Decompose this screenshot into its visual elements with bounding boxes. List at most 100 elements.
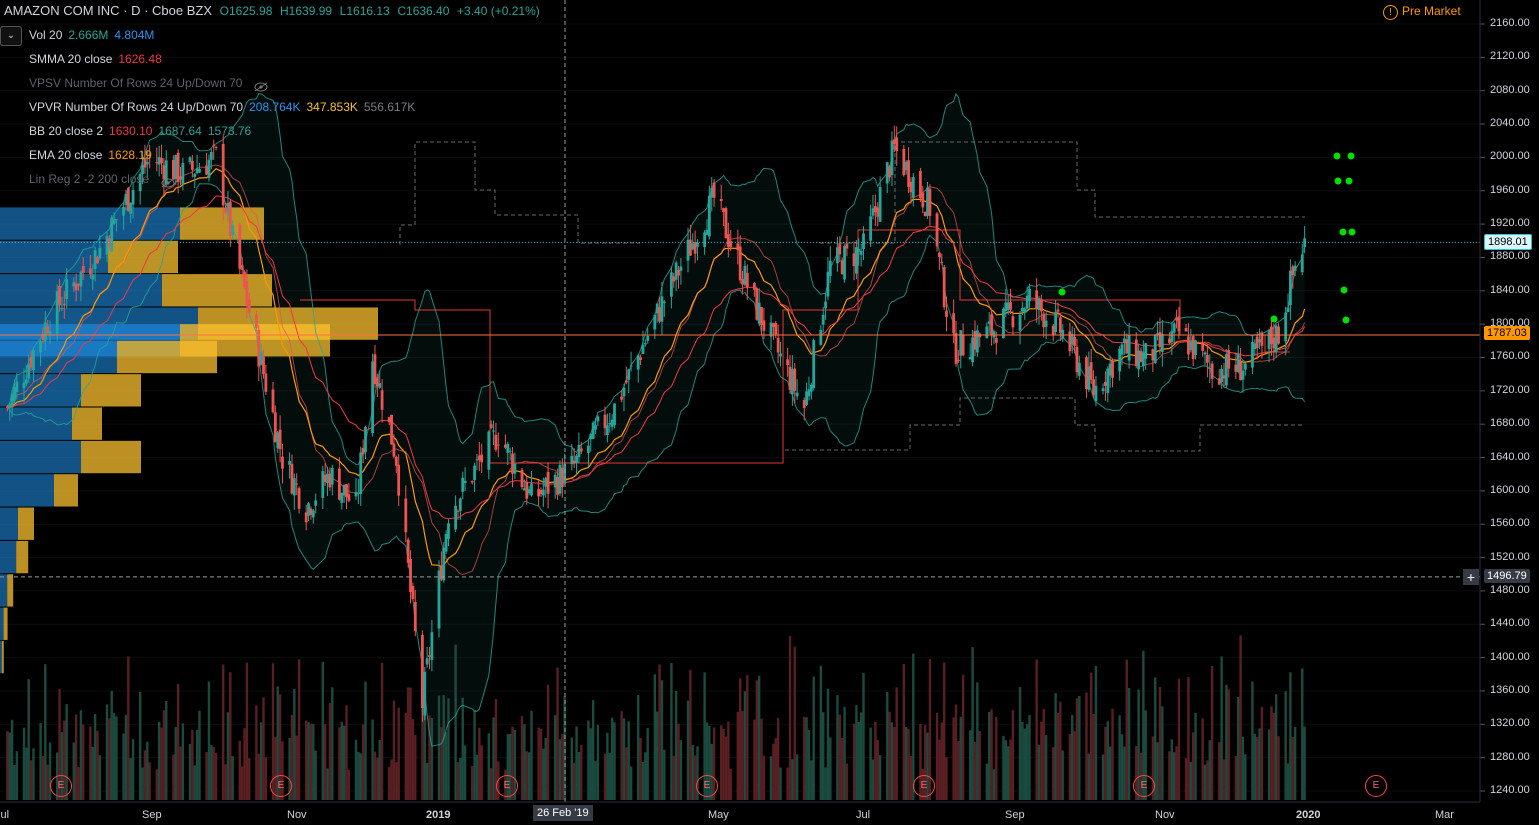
- candle-body: [1018, 314, 1022, 331]
- candle-body: [221, 143, 225, 206]
- candle-body: [774, 323, 778, 335]
- volume-bar: [165, 700, 168, 800]
- volume-bar: [44, 664, 47, 800]
- earnings-badge[interactable]: E: [1133, 775, 1155, 797]
- candle-body: [869, 216, 873, 241]
- premarket-indicator[interactable]: ! Pre Market: [1383, 4, 1461, 20]
- indicator-label: BB 20 close 2: [29, 124, 104, 138]
- volume-bar: [795, 754, 799, 800]
- volume-bar: [852, 723, 856, 800]
- candle-body: [1009, 302, 1012, 310]
- indicator-smma[interactable]: SMMA 20 close 1626.48: [29, 50, 168, 68]
- ohlc-close: C1636.40: [397, 4, 450, 18]
- volume-bar: [940, 722, 943, 800]
- candle-body: [425, 658, 429, 665]
- volume-bar: [454, 644, 457, 800]
- candle-body: [160, 157, 163, 164]
- candle-body: [1205, 354, 1209, 363]
- volume-bar: [105, 704, 109, 800]
- indicator-ema[interactable]: EMA 20 close 1628.19: [29, 146, 158, 164]
- candle-body: [591, 422, 595, 439]
- volume-bar: [262, 697, 265, 800]
- candle-body: [878, 187, 882, 222]
- candle-body: [58, 286, 61, 306]
- indicator-vol[interactable]: Vol 20 2.666M 4.804M: [29, 26, 160, 44]
- volume-bar: [459, 757, 462, 800]
- volume-bar: [1289, 672, 1292, 800]
- volume-bar: [74, 714, 78, 800]
- candle-body: [115, 219, 118, 221]
- volume-bar: [689, 669, 692, 800]
- volume-bar: [1071, 714, 1074, 800]
- candle-body: [88, 268, 92, 275]
- signal-dot: [1342, 316, 1350, 324]
- earnings-badge[interactable]: E: [1365, 775, 1387, 797]
- indicator-vpsv[interactable]: VPSV Number Of Rows 24 Up/Down 70: [29, 74, 268, 92]
- indicator-linreg[interactable]: Lin Reg 2 -2 200 close: [29, 170, 175, 188]
- volume-bar: [988, 711, 991, 800]
- candle-body: [745, 273, 749, 288]
- volume-bar: [1191, 732, 1195, 800]
- volume-bar: [1272, 713, 1275, 800]
- candle-body: [214, 147, 218, 149]
- volume-bar: [245, 662, 249, 800]
- volume-bar: [447, 698, 450, 800]
- volume-bar: [871, 759, 875, 800]
- volume-bar: [110, 690, 113, 800]
- volume-bar: [414, 734, 417, 800]
- indicator-bb[interactable]: BB 20 close 2 1630.10 1687.64 1573.76: [29, 122, 257, 140]
- volume-bar: [1234, 755, 1238, 800]
- hidden-eye-icon[interactable]: [254, 79, 268, 92]
- candle-body: [1056, 309, 1060, 312]
- earnings-badge[interactable]: E: [496, 775, 518, 797]
- volume-bar: [425, 762, 429, 800]
- candle-body: [862, 233, 865, 250]
- volume-bar: [1035, 659, 1038, 800]
- indicator-vpvr[interactable]: VPVR Number Of Rows 24 Up/Down 70 208.764…: [29, 98, 421, 116]
- candle-body: [587, 445, 590, 453]
- volume-bar: [1225, 684, 1228, 800]
- candle-body: [278, 429, 282, 450]
- hidden-eye-icon[interactable]: [161, 175, 175, 188]
- candle-body: [1101, 388, 1105, 391]
- volume-bar: [1168, 751, 1171, 800]
- volume-bar: [314, 750, 317, 800]
- candle-body: [190, 161, 194, 170]
- earnings-badge[interactable]: E: [696, 775, 718, 797]
- candle-body: [461, 477, 465, 492]
- volume-bar: [214, 752, 218, 800]
- earnings-badge[interactable]: E: [913, 775, 935, 797]
- volume-bar: [874, 721, 877, 800]
- ohlc-high: H1639.99: [280, 4, 333, 18]
- candle-body: [724, 208, 728, 239]
- volume-bar: [577, 751, 581, 800]
- add-alert-icon[interactable]: +: [1463, 569, 1479, 585]
- volume-bar: [411, 719, 415, 800]
- volume-bar: [691, 744, 694, 800]
- vp-down-bar: [3, 607, 8, 640]
- candle-body: [295, 483, 299, 485]
- candle-body: [605, 425, 609, 436]
- indicator-value: 1630.10: [109, 124, 153, 138]
- volume-bar: [693, 755, 697, 800]
- volume-bar: [238, 740, 241, 800]
- volume-bar: [240, 766, 244, 800]
- volume-bar: [594, 761, 597, 800]
- price-tick-label: 2080.00: [1490, 83, 1530, 96]
- earnings-badge[interactable]: E: [50, 775, 72, 797]
- volume-bar: [1260, 706, 1264, 800]
- volume-bar: [473, 709, 476, 800]
- warning-icon: !: [1383, 5, 1398, 20]
- volume-bar: [191, 729, 194, 800]
- price-tick-label: 1720.00: [1490, 383, 1530, 396]
- volume-bar: [1101, 754, 1105, 800]
- vp-down-bar: [81, 440, 141, 474]
- volume-bar: [98, 755, 102, 800]
- volume-bar: [971, 647, 974, 800]
- volume-bar: [1210, 666, 1214, 800]
- indicator-value: 1687.64: [158, 124, 202, 138]
- legend-collapse-button[interactable]: ⌄: [0, 26, 22, 46]
- candle-body: [1089, 362, 1093, 380]
- volume-bar: [380, 662, 384, 800]
- earnings-badge[interactable]: E: [270, 775, 292, 797]
